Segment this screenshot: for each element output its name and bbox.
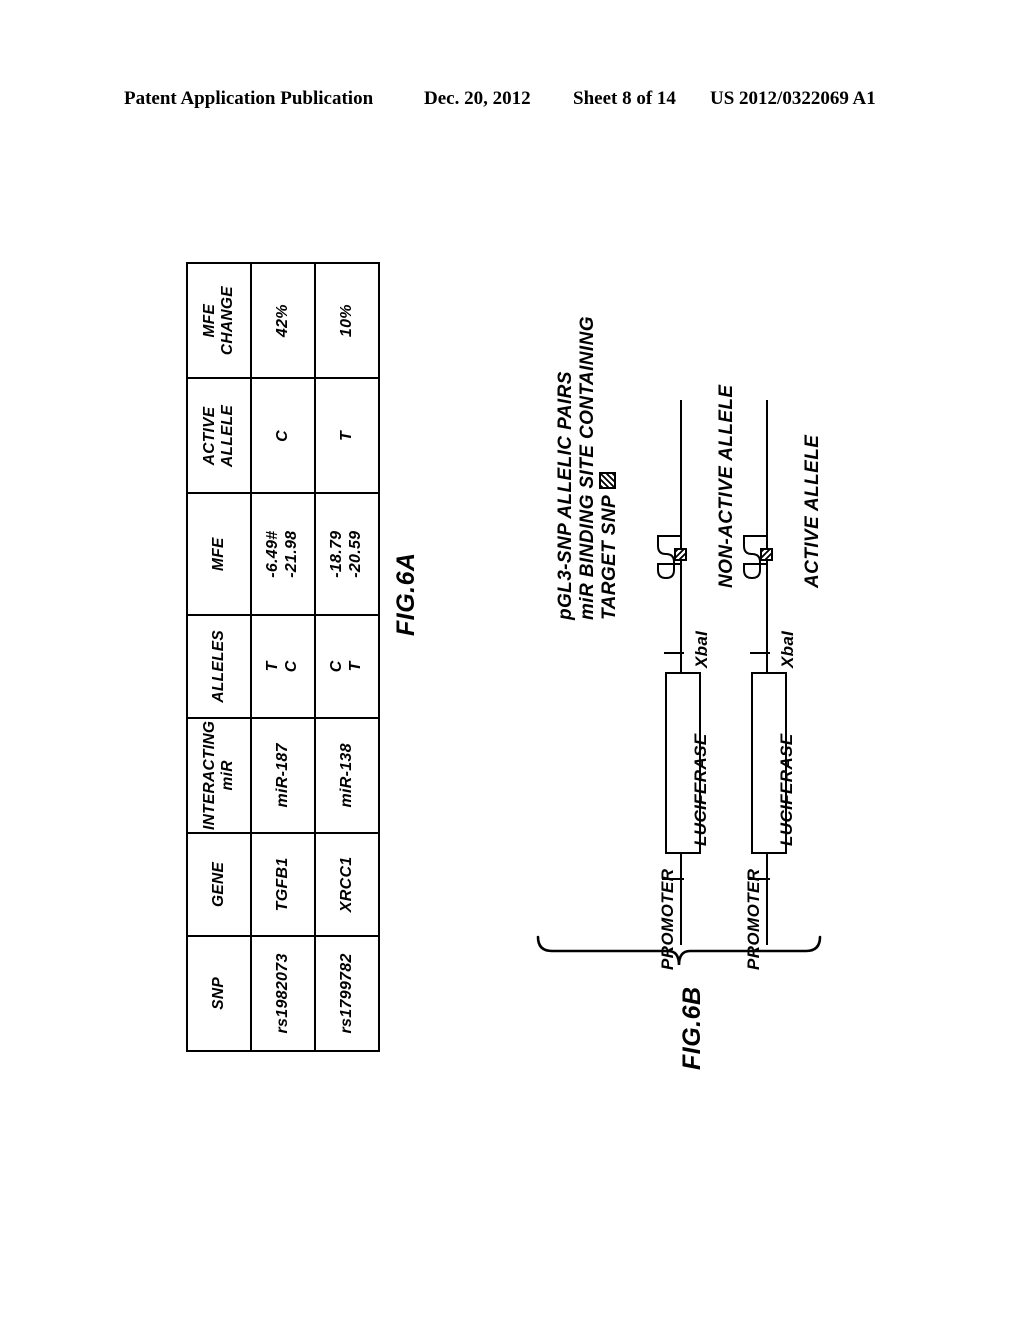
- sheet-number: Sheet 8 of 14: [573, 88, 676, 109]
- luciferase-label: LUCIFERASE: [691, 733, 710, 846]
- hatched-box-icon: [599, 471, 616, 489]
- cell-active-allele: T: [315, 378, 379, 494]
- cell-snp: rs1982073: [251, 935, 315, 1051]
- table-row: rs1982073 TGFB1 miR-187 T C -6.49# -21.9: [251, 263, 315, 1051]
- cell-interacting-mir: miR-187: [251, 717, 315, 833]
- figure-6a-rotation-container: SNP GENE INTERACTING miR ALLELES MFE ACT…: [186, 262, 379, 1052]
- table-row: rs1799782 XRCC1 miR-138 C T -18.79 -20.5: [315, 263, 379, 1051]
- xbai-tick-mark: [664, 652, 684, 654]
- publication-header: Patent Application Publication Dec. 20, …: [0, 88, 1024, 118]
- cell-gene: XRCC1: [315, 832, 379, 936]
- column-header-active-allele: ACTIVE ALLELE: [187, 378, 251, 494]
- cell-mfe-change: 42%: [251, 263, 315, 379]
- allele-status-label: ACTIVE ALLELE: [802, 434, 823, 588]
- table-header-row: SNP GENE INTERACTING miR ALLELES MFE ACT…: [187, 263, 251, 1051]
- xbai-site-label: XbaI: [778, 630, 797, 668]
- column-header-gene: GENE: [187, 832, 251, 936]
- snp-mir-table: SNP GENE INTERACTING miR ALLELES MFE ACT…: [186, 262, 380, 1052]
- luciferase-gene-box: LUCIFERASE: [751, 672, 796, 854]
- column-header-snp: SNP: [187, 935, 251, 1051]
- cell-mfe-change: 10%: [315, 263, 379, 379]
- cell-mfe: -6.49# -21.98: [251, 493, 315, 615]
- publication-title: Patent Application Publication: [124, 88, 374, 109]
- figure-6b-title-line-3-text: TARGET SNP: [599, 494, 620, 620]
- figure-6a: SNP GENE INTERACTING miR ALLELES MFE ACT…: [186, 262, 379, 1052]
- target-snp-marker-icon: [760, 548, 773, 561]
- xbai-site-label: XbaI: [692, 630, 711, 668]
- figure-6a-caption: FIG.6A: [392, 552, 420, 636]
- publication-date: Dec. 20, 2012: [424, 88, 531, 109]
- figure-6b-grouping-brace: [536, 935, 822, 966]
- cell-interacting-mir: miR-138: [315, 717, 379, 833]
- cell-alleles: T C: [251, 614, 315, 718]
- xbai-tick-mark: [750, 652, 770, 654]
- figure-6b-title-line-1: pGL3-SNP ALLELIC PAIRS: [555, 371, 576, 620]
- column-header-interacting-mir: INTERACTING miR: [187, 717, 251, 833]
- cell-active-allele: C: [251, 378, 315, 494]
- column-header-alleles: ALLELES: [187, 614, 251, 718]
- cell-mfe: -18.79 -20.59: [315, 493, 379, 615]
- cell-alleles: C T: [315, 614, 379, 718]
- figure-6b: pGL3-SNP ALLELIC PAIRS miR BINDING SITE …: [520, 316, 850, 1070]
- luciferase-gene-box: LUCIFERASE: [665, 672, 710, 854]
- column-header-mfe: MFE: [187, 493, 251, 615]
- luciferase-label: LUCIFERASE: [777, 733, 796, 846]
- document-number: US 2012/0322069 A1: [710, 88, 876, 109]
- target-snp-marker-icon: [674, 548, 687, 561]
- cell-gene: TGFB1: [251, 832, 315, 936]
- construct-active-allele: PROMOTER LUCIFERASE XbaI ACTIVE ALLELE: [716, 390, 836, 970]
- figure-6b-caption: FIG.6B: [678, 986, 706, 1070]
- cell-snp: rs1799782: [315, 935, 379, 1051]
- figure-6b-title-line-2: miR BINDING SITE CONTAINING: [577, 316, 598, 620]
- figure-6b-title-line-3: TARGET SNP: [599, 471, 621, 620]
- column-header-mfe-change: MFE CHANGE: [187, 263, 251, 379]
